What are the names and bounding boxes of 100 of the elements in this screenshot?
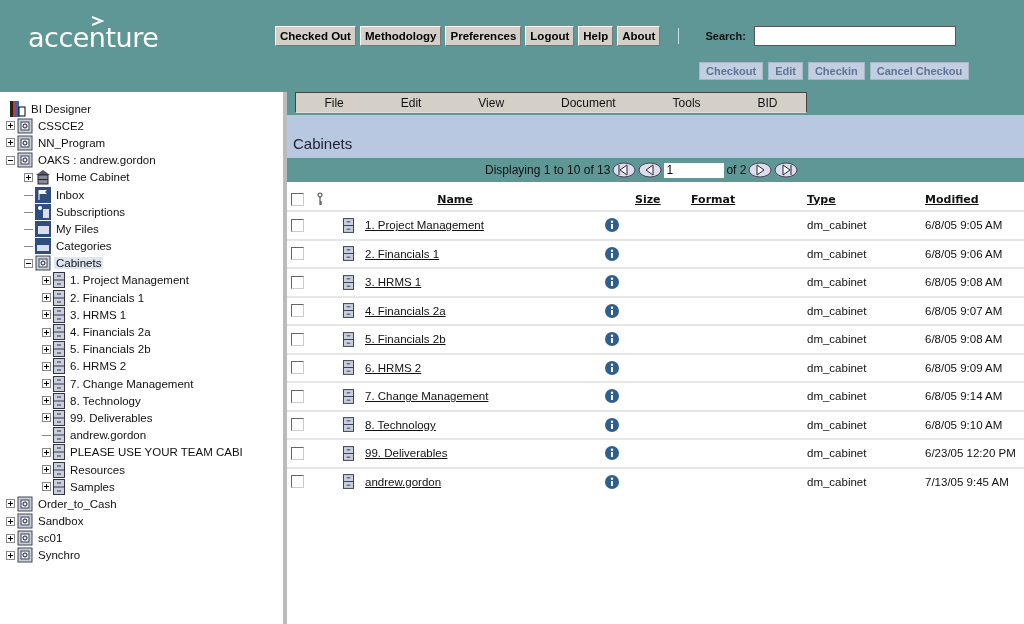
expander-icon[interactable] [6,516,15,526]
tree-item[interactable]: Categories [54,240,114,253]
last-page-icon[interactable] [774,162,799,178]
menu-item[interactable]: Tools [672,95,701,110]
nav-button[interactable]: Help [578,26,614,46]
info-icon[interactable] [605,360,619,375]
name-link[interactable]: 5. Financials 2b [365,333,446,346]
expander-icon[interactable] [42,293,51,303]
menu-item[interactable]: File [324,95,344,110]
row-checkbox[interactable] [291,247,304,261]
tree-item[interactable]: Subscriptions [54,205,128,218]
tree-item[interactable]: Sandbox [36,515,86,528]
column-header[interactable]: Type [807,192,925,206]
previous-page-icon[interactable] [638,162,663,178]
menu-item[interactable]: BID [757,95,778,110]
menu-item[interactable]: Document [561,95,616,110]
info-icon[interactable] [605,417,619,432]
expander-icon[interactable] [42,344,51,354]
info-icon[interactable] [605,389,619,404]
expander-icon[interactable] [6,138,15,148]
tree-item[interactable]: 3. HRMS 1 [68,308,129,321]
info-icon[interactable] [605,303,619,318]
row-checkbox[interactable] [291,361,304,375]
tree-item[interactable]: 6. HRMS 2 [68,360,129,373]
expander-icon[interactable] [6,121,15,131]
tree-item[interactable]: Cabinets [54,257,104,270]
tree-item[interactable]: OAKS : andrew.gordon [36,154,158,167]
next-page-icon[interactable] [748,162,773,178]
expander-icon[interactable] [42,310,51,320]
tree-item[interactable]: 8. Technology [68,394,143,407]
expander-icon[interactable] [42,413,51,423]
row-checkbox[interactable] [291,275,304,289]
expander-icon[interactable] [6,533,15,543]
tree-item[interactable]: andrew.gordon [68,429,149,442]
name-link[interactable]: 99. Deliverables [365,447,448,460]
tree-item[interactable]: 7. Change Management [68,377,196,390]
tree-item[interactable]: Samples [68,480,117,493]
name-link[interactable]: 7. Change Management [365,390,489,403]
expander-icon[interactable] [42,275,51,285]
name-link[interactable]: 4. Financials 2a [365,304,446,317]
tree-item[interactable]: My Files [54,222,101,235]
expander-icon[interactable] [42,396,51,406]
expander-icon[interactable] [42,465,51,475]
name-link[interactable]: 3. HRMS 1 [365,276,422,289]
tree-item[interactable]: Inbox [54,188,87,201]
tree-item[interactable]: 1. Project Management [68,274,191,287]
row-checkbox[interactable] [291,389,304,403]
tree-item[interactable]: 5. Financials 2b [68,343,153,356]
select-all-checkbox[interactable] [291,192,304,206]
tree-item[interactable]: CSSCE2 [36,119,87,132]
row-checkbox[interactable] [291,304,304,318]
info-icon[interactable] [605,474,619,489]
name-link[interactable]: 8. Technology [365,418,436,431]
row-checkbox[interactable] [291,446,304,460]
expander-icon[interactable] [24,172,33,182]
name-link[interactable]: 1. Project Management [365,219,484,232]
name-link[interactable]: 2. Financials 1 [365,247,440,260]
tree-item[interactable]: Synchro [36,549,83,562]
info-icon[interactable] [605,275,619,290]
row-checkbox[interactable] [291,218,304,232]
column-header[interactable]: Name [437,192,473,206]
nav-button[interactable]: About [617,26,661,46]
tree-item[interactable]: sc01 [36,532,65,545]
name-link[interactable]: andrew.gordon [365,475,442,488]
expander-icon[interactable] [42,327,51,337]
tree-root[interactable]: BI Designer [29,102,94,115]
expander-icon[interactable] [6,155,15,165]
expander-icon[interactable] [6,499,15,509]
nav-button[interactable]: Logout [525,26,575,46]
row-checkbox[interactable] [291,475,304,489]
tree-item[interactable]: Home Cabinet [54,171,132,184]
nav-button[interactable]: Methodology [359,26,442,46]
tree-item[interactable]: 99. Deliverables [68,411,155,424]
expander-icon[interactable] [42,482,51,492]
name-link[interactable]: 6. HRMS 2 [365,361,422,374]
menu-item[interactable]: View [478,95,505,110]
page-field[interactable]: 1 [664,162,725,178]
tree-item[interactable]: Resources [68,463,127,476]
expander-icon[interactable] [42,379,51,389]
first-page-icon[interactable] [612,162,637,178]
expander-icon[interactable] [6,550,15,560]
expander-icon[interactable] [24,258,33,268]
row-checkbox[interactable] [291,418,304,432]
nav-button[interactable]: Preferences [445,26,522,46]
nav-button[interactable]: Checked Out [275,26,356,46]
info-icon[interactable] [605,246,619,261]
column-header[interactable]: Size [635,192,691,206]
search-field[interactable] [753,26,956,46]
expander-icon[interactable] [42,447,51,457]
tree-item[interactable]: Order_to_Cash [36,497,119,510]
menu-item[interactable]: Edit [400,95,422,110]
row-checkbox[interactable] [291,332,304,346]
info-icon[interactable] [605,332,619,347]
tree-item[interactable]: 4. Financials 2a [68,326,153,339]
info-icon[interactable] [605,218,619,233]
tree-item[interactable]: 2. Financials 1 [68,291,147,304]
column-header[interactable]: Modified [925,192,1024,206]
tree-item[interactable]: PLEASE USE YOUR TEAM CABI [68,446,245,459]
tree-item[interactable]: NN_Program [36,136,108,149]
info-icon[interactable] [605,446,619,461]
